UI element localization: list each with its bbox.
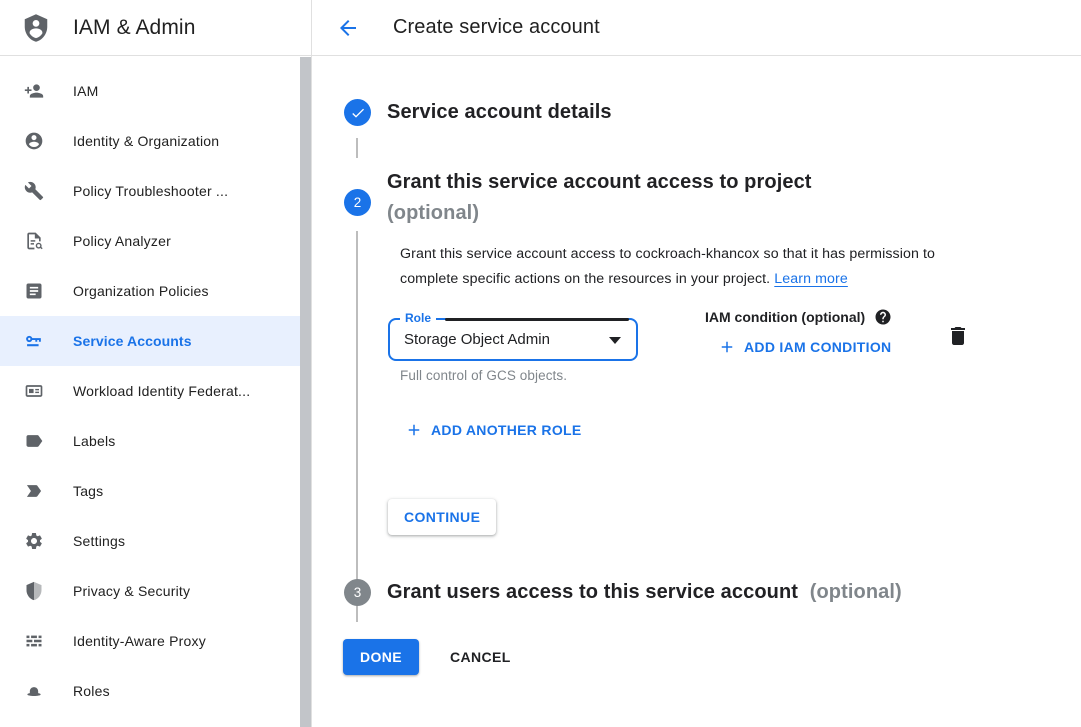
service-key-icon xyxy=(24,331,44,351)
sidebar-item-policy-troubleshooter[interactable]: Policy Troubleshooter ... xyxy=(0,166,311,216)
role-field-label: Role xyxy=(400,311,436,325)
plus-icon xyxy=(718,338,736,356)
delete-role-icon[interactable] xyxy=(946,324,970,348)
add-another-role-label: ADD ANOTHER ROLE xyxy=(431,422,582,438)
person-add-icon xyxy=(24,81,44,101)
sidebar-item-label: Settings xyxy=(73,533,125,549)
role-select[interactable]: Role Storage Object Admin xyxy=(388,318,638,361)
step2-optional-text: (optional) xyxy=(387,198,927,229)
sidebar-item-identity-organization[interactable]: Identity & Organization xyxy=(0,116,311,166)
learn-more-link[interactable]: Learn more xyxy=(774,271,848,287)
gear-icon xyxy=(24,531,44,551)
step2-title-text: Grant this service account access to pro… xyxy=(387,167,927,198)
sidebar-item-tags[interactable]: Tags xyxy=(0,466,311,516)
plus-icon xyxy=(405,421,423,439)
policy-doc-icon xyxy=(24,231,44,251)
app-window: IAM & Admin IAM Identity & Organization … xyxy=(0,0,1081,727)
step3-number-badge: 3 xyxy=(344,579,371,606)
help-icon[interactable] xyxy=(874,308,892,326)
sidebar-nav: IAM Identity & Organization Policy Troub… xyxy=(0,56,311,716)
sidebar-item-labels[interactable]: Labels xyxy=(0,416,311,466)
iam-condition-header: IAM condition (optional) xyxy=(705,308,892,326)
role-helper-text: Full control of GCS objects. xyxy=(400,368,567,383)
step2-number: 2 xyxy=(354,195,362,210)
sidebar-item-label: Identity & Organization xyxy=(73,133,219,149)
sidebar-item-label: Privacy & Security xyxy=(73,583,190,599)
page-title: Create service account xyxy=(393,16,600,39)
sidebar-item-label: Policy Analyzer xyxy=(73,233,171,249)
hat-icon xyxy=(24,681,44,701)
stepper-connector-line-long xyxy=(356,231,358,622)
shield-icon xyxy=(24,581,44,601)
sidebar-item-label: Roles xyxy=(73,683,110,699)
role-selected-value: Storage Object Admin xyxy=(404,331,550,348)
sidebar-item-workload-identity-federat[interactable]: Workload Identity Federat... xyxy=(0,366,311,416)
tag-arrow-icon xyxy=(24,481,44,501)
sidebar-header: IAM & Admin xyxy=(0,0,311,56)
sidebar-item-label: Policy Troubleshooter ... xyxy=(73,183,228,199)
card-icon xyxy=(24,381,44,401)
step1-complete-badge xyxy=(344,99,371,126)
sidebar-item-policy-analyzer[interactable]: Policy Analyzer xyxy=(0,216,311,266)
stepper-connector-line xyxy=(356,138,358,158)
step2-description: Grant this service account access to coc… xyxy=(400,242,992,292)
wrench-icon xyxy=(24,181,44,201)
step3-optional-text: (optional) xyxy=(810,581,902,603)
sidebar-item-label: Tags xyxy=(73,483,103,499)
dropdown-arrow-icon xyxy=(609,337,621,344)
step3-number: 3 xyxy=(354,585,362,600)
sidebar-scrollbar-thumb[interactable] xyxy=(300,57,311,727)
sidebar-item-identity-aware-proxy[interactable]: Identity-Aware Proxy xyxy=(0,616,311,666)
sidebar-item-label: Labels xyxy=(73,433,115,449)
step2-title: Grant this service account access to pro… xyxy=(387,167,927,229)
page-header: Create service account xyxy=(312,0,1081,56)
wizard-content: Service account details 2 Grant this ser… xyxy=(312,56,1081,727)
check-icon xyxy=(350,105,366,121)
add-another-role-button[interactable]: ADD ANOTHER ROLE xyxy=(405,421,582,439)
done-button[interactable]: DONE xyxy=(343,639,419,675)
sidebar-item-settings[interactable]: Settings xyxy=(0,516,311,566)
sidebar-item-organization-policies[interactable]: Organization Policies xyxy=(0,266,311,316)
step3-title[interactable]: Grant users access to this service accou… xyxy=(387,578,1047,606)
iap-icon xyxy=(24,631,44,651)
article-icon xyxy=(24,281,44,301)
main-panel: Create service account Service account d… xyxy=(312,0,1081,727)
sidebar-item-label: Organization Policies xyxy=(73,283,209,299)
continue-button[interactable]: CONTINUE xyxy=(388,499,496,535)
sidebar-item-privacy-security[interactable]: Privacy & Security xyxy=(0,566,311,616)
step2-number-badge: 2 xyxy=(344,189,371,216)
sidebar: IAM & Admin IAM Identity & Organization … xyxy=(0,0,312,727)
label-icon xyxy=(24,431,44,451)
sidebar-item-iam[interactable]: IAM xyxy=(0,66,311,116)
iam-shield-icon xyxy=(21,13,51,43)
add-iam-condition-label: ADD IAM CONDITION xyxy=(744,339,891,355)
sidebar-item-label: Identity-Aware Proxy xyxy=(73,633,206,649)
step2-description-text: Grant this service account access to coc… xyxy=(400,246,935,287)
account-circle-icon xyxy=(24,131,44,151)
step1-title[interactable]: Service account details xyxy=(387,99,612,126)
step3-title-text: Grant users access to this service accou… xyxy=(387,581,798,603)
sidebar-item-label: Service Accounts xyxy=(73,333,192,349)
iam-condition-label: IAM condition (optional) xyxy=(705,309,865,325)
sidebar-item-service-accounts[interactable]: Service Accounts xyxy=(0,316,311,366)
cancel-button[interactable]: CANCEL xyxy=(442,639,519,675)
sidebar-item-label: IAM xyxy=(73,83,99,99)
role-field-notch-line xyxy=(445,318,629,321)
product-title: IAM & Admin xyxy=(73,16,195,40)
back-arrow-icon[interactable] xyxy=(336,16,360,40)
add-iam-condition-button[interactable]: ADD IAM CONDITION xyxy=(718,338,891,356)
sidebar-item-roles[interactable]: Roles xyxy=(0,666,311,716)
sidebar-item-label: Workload Identity Federat... xyxy=(73,383,250,399)
